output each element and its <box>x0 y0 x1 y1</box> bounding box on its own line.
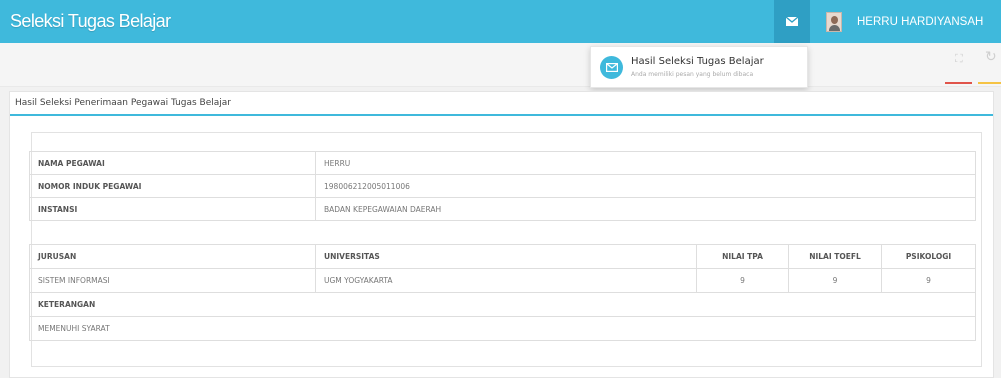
cell-universitas: UGM YOGYAKARTA <box>315 268 697 293</box>
table-header-row: JURUSAN UNIVERSITAS NILAI TPA NILAI TOEF… <box>29 244 976 269</box>
keterangan-value: MEMENUHI SYARAT <box>29 316 976 341</box>
page-toolbar <box>0 43 1001 87</box>
accent-line-red <box>945 82 972 84</box>
keterangan-label: KETERANGAN <box>29 292 976 317</box>
employee-table: NAMA PEGAWAI HERRU NOMOR INDUK PEGAWAI 1… <box>29 151 976 221</box>
notification-dropdown[interactable]: Hasil Seleksi Tugas Belajar Anda memilik… <box>590 46 808 88</box>
table-row: MEMENUHI SYARAT <box>29 316 976 341</box>
table-row: SISTEM INFORMASI UGM YOGYAKARTA 9 9 9 <box>29 268 976 293</box>
employee-name-value: HERRU <box>315 151 976 175</box>
cell-psikologi: 9 <box>881 268 976 293</box>
cell-nilai-tpa: 9 <box>696 268 789 293</box>
employee-nip-value: 198006212005011006 <box>315 174 976 198</box>
accent-line-yellow <box>978 82 1001 84</box>
panel-title: Hasil Seleksi Penerimaan Pegawai Tugas B… <box>15 98 231 108</box>
employee-agency-value: BADAN KEPEGAWAIAN DAERAH <box>315 197 976 221</box>
refresh-icon[interactable]: ↻ <box>985 49 997 65</box>
user-menu[interactable]: HERRU HARDIYANSAH <box>826 11 983 33</box>
envelope-icon <box>786 17 798 26</box>
table-row: NAMA PEGAWAI HERRU <box>29 151 976 175</box>
keterangan-table: KETERANGAN MEMENUHI SYARAT <box>29 292 976 341</box>
top-navbar: Seleksi Tugas Belajar HERRU HARDIYANSAH <box>0 0 1001 43</box>
header-nilai-tpa: NILAI TPA <box>696 244 789 269</box>
employee-agency-label: INSTANSI <box>29 197 316 221</box>
table-row: INSTANSI BADAN KEPEGAWAIAN DAERAH <box>29 197 976 221</box>
education-table: JURUSAN UNIVERSITAS NILAI TPA NILAI TOEF… <box>29 244 976 293</box>
notification-subtitle: Anda memiliki pesan yang belum dibaca <box>631 71 754 78</box>
header-universitas: UNIVERSITAS <box>315 244 697 269</box>
cell-jurusan: SISTEM INFORMASI <box>29 268 316 293</box>
employee-nip-label: NOMOR INDUK PEGAWAI <box>29 174 316 198</box>
app-title[interactable]: Seleksi Tugas Belajar <box>10 11 171 32</box>
header-nilai-toefl: NILAI TOEFL <box>788 244 882 269</box>
user-name: HERRU HARDIYANSAH <box>857 16 984 28</box>
header-jurusan: JURUSAN <box>29 244 316 269</box>
header-psikologi: PSIKOLOGI <box>881 244 976 269</box>
cell-nilai-toefl: 9 <box>788 268 882 293</box>
expand-icon[interactable]: ⛶ <box>955 52 963 66</box>
notification-title: Hasil Seleksi Tugas Belajar <box>631 56 764 67</box>
envelope-circle-icon <box>600 56 623 79</box>
mail-button[interactable] <box>774 0 810 43</box>
panel-header: Hasil Seleksi Penerimaan Pegawai Tugas B… <box>10 92 993 116</box>
table-row: NOMOR INDUK PEGAWAI 198006212005011006 <box>29 174 976 198</box>
table-row: KETERANGAN <box>29 292 976 317</box>
employee-name-label: NAMA PEGAWAI <box>29 151 316 175</box>
avatar <box>826 12 842 32</box>
